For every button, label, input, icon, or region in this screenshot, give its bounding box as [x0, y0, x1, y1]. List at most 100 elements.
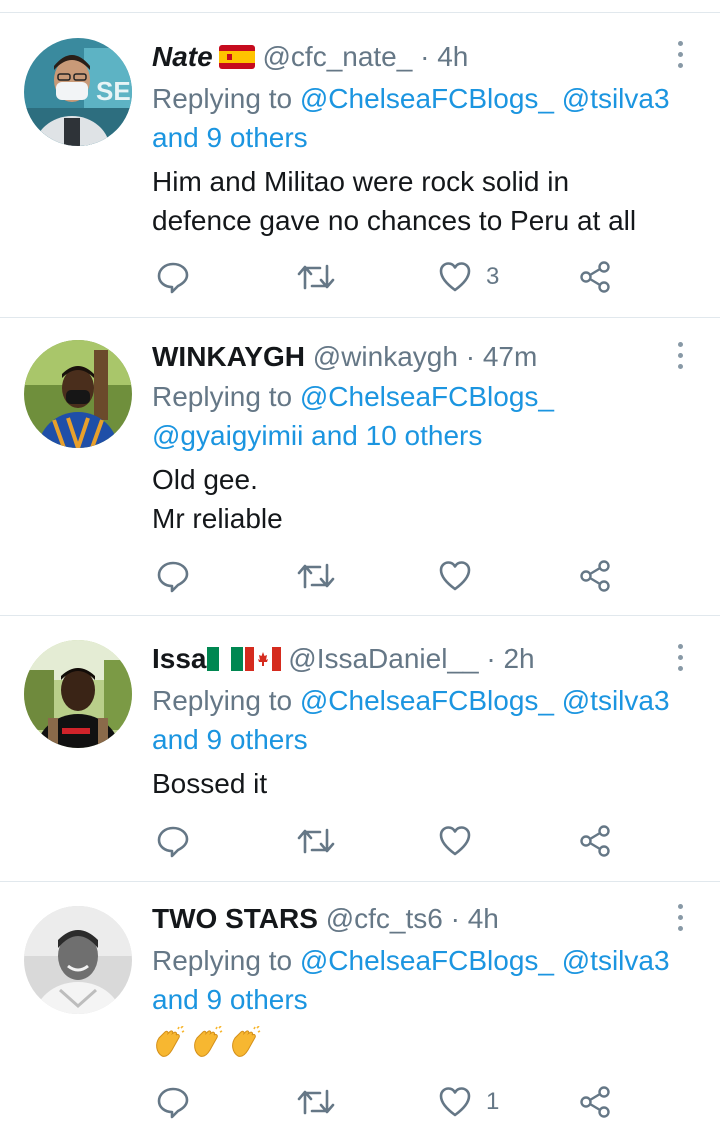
user-handle[interactable]: @cfc_nate_: [262, 41, 412, 72]
tweet-actions: 1: [152, 1085, 632, 1119]
tweet-text: 👏👏👏: [152, 1025, 702, 1070]
tweet-text-line: Mr reliable: [152, 503, 283, 534]
timestamp[interactable]: 4h: [468, 903, 499, 934]
mention-link[interactable]: @ChelseaFCBlogs_: [300, 381, 554, 412]
canada-flag-icon: [244, 647, 281, 671]
retweet-icon: [297, 828, 335, 854]
separator-dot: ·: [465, 341, 476, 372]
reply-button[interactable]: [156, 559, 190, 593]
tweet-text-line: Bossed it: [152, 768, 268, 799]
others-link[interactable]: and 9 others: [152, 984, 308, 1015]
tweet-header: TWO STARS @cfc_ts6 · 4h: [152, 902, 499, 936]
tweet-feed: SEV Nate @cfc_nate_ · 4h Replying to @Ch…: [0, 0, 720, 1141]
heart-icon: [439, 1087, 471, 1117]
reply-icon: [157, 826, 189, 858]
others-link[interactable]: and 10 others: [311, 420, 482, 451]
reply-icon: [157, 1087, 189, 1119]
timestamp[interactable]: 4h: [437, 41, 468, 72]
tweet-header: Issa @IssaDaniel__ · 2h: [152, 642, 535, 676]
svg-text:SEV: SEV: [96, 76, 132, 106]
tweet-text-line: Old gee.: [152, 464, 258, 495]
reply-icon: [157, 262, 189, 294]
clapping-hands-icon: [152, 1025, 186, 1070]
mention-link[interactable]: @gyaigyimii: [152, 420, 303, 451]
like-button[interactable]: 3: [438, 260, 499, 294]
retweet-button[interactable]: [296, 260, 336, 294]
replying-to: Replying to @ChelseaFCBlogs_ @gyaigyimii…: [152, 377, 702, 455]
tweet-text: Him and Militao were rock solid in defen…: [152, 162, 702, 240]
like-button[interactable]: [438, 559, 472, 593]
avatar[interactable]: [24, 640, 132, 748]
tweet[interactable]: WINKAYGH @winkaygh · 47m Replying to @Ch…: [0, 318, 720, 616]
heart-icon: [439, 262, 471, 292]
like-button[interactable]: 1: [438, 1085, 499, 1119]
share-icon: [580, 825, 610, 857]
share-button[interactable]: [578, 824, 612, 858]
replying-to: Replying to @ChelseaFCBlogs_ @tsilva3 an…: [152, 79, 702, 157]
retweet-icon: [297, 563, 335, 589]
display-name[interactable]: Nate: [152, 41, 213, 72]
retweet-button[interactable]: [296, 824, 336, 858]
retweet-button[interactable]: [296, 1085, 336, 1119]
like-button[interactable]: [438, 824, 472, 858]
replying-to: Replying to @ChelseaFCBlogs_ @tsilva3 an…: [152, 941, 702, 1019]
avatar[interactable]: [24, 340, 132, 448]
reply-icon: [157, 561, 189, 593]
tweet-header: Nate @cfc_nate_ · 4h: [152, 40, 468, 74]
mention-link[interactable]: @tsilva3: [562, 83, 670, 114]
spain-flag-icon: [218, 45, 255, 69]
reply-button[interactable]: [156, 824, 190, 858]
share-icon: [580, 261, 610, 293]
share-icon: [580, 1086, 610, 1118]
clapping-hands-icon: [190, 1025, 224, 1070]
reply-button[interactable]: [156, 260, 190, 294]
like-count: 1: [486, 1088, 500, 1115]
avatar[interactable]: SEV: [24, 38, 132, 146]
mention-link[interactable]: @ChelseaFCBlogs_: [300, 685, 554, 716]
replying-prefix: Replying to: [152, 381, 293, 412]
others-link[interactable]: and 9 others: [152, 724, 308, 755]
user-handle[interactable]: @winkaygh: [313, 341, 458, 372]
separator-dot: ·: [420, 41, 430, 72]
tweet[interactable]: TWO STARS @cfc_ts6 · 4h Replying to @Che…: [0, 882, 720, 1141]
mention-link[interactable]: @ChelseaFCBlogs_: [300, 83, 554, 114]
like-count: 3: [486, 263, 500, 290]
more-options-icon[interactable]: [676, 342, 684, 372]
separator-dot: ·: [450, 903, 460, 934]
reply-button[interactable]: [156, 1085, 190, 1119]
timestamp[interactable]: 2h: [503, 643, 534, 674]
share-button[interactable]: [578, 559, 612, 593]
mention-link[interactable]: @tsilva3: [562, 945, 670, 976]
tweet-text-line: Him and Militao were rock solid in: [152, 166, 570, 197]
display-name[interactable]: WINKAYGH: [152, 341, 305, 372]
user-handle[interactable]: @IssaDaniel__: [288, 643, 478, 674]
replying-to: Replying to @ChelseaFCBlogs_ @tsilva3 an…: [152, 681, 702, 759]
others-link[interactable]: and 9 others: [152, 122, 308, 153]
more-options-icon[interactable]: [676, 644, 684, 674]
display-name[interactable]: TWO STARS: [152, 903, 318, 934]
tweet[interactable]: Issa @IssaDaniel__ · 2h Replying to @Che…: [0, 616, 720, 882]
nigeria-flag-icon: [206, 647, 243, 671]
tweet-actions: [152, 824, 632, 858]
user-handle[interactable]: @cfc_ts6: [326, 903, 443, 934]
tweet-text: Bossed it: [152, 764, 702, 803]
more-options-icon[interactable]: [676, 904, 684, 934]
tweet[interactable]: SEV Nate @cfc_nate_ · 4h Replying to @Ch…: [0, 13, 720, 318]
share-button[interactable]: [578, 1085, 612, 1119]
avatar[interactable]: [24, 906, 132, 1014]
share-button[interactable]: [578, 260, 612, 294]
more-options-icon[interactable]: [676, 41, 684, 71]
display-name[interactable]: Issa: [152, 643, 207, 674]
replying-prefix: Replying to: [152, 685, 293, 716]
mention-link[interactable]: @ChelseaFCBlogs_: [300, 945, 554, 976]
tweet-header: WINKAYGH @winkaygh · 47m: [152, 340, 537, 374]
timestamp[interactable]: 47m: [483, 341, 537, 372]
share-icon: [580, 560, 610, 592]
retweet-button[interactable]: [296, 559, 336, 593]
tweet-actions: [152, 559, 632, 593]
tweet-text-line: defence gave no chances to Peru at all: [152, 205, 637, 236]
mention-link[interactable]: @tsilva3: [562, 685, 670, 716]
separator-dot: ·: [486, 643, 496, 674]
replying-prefix: Replying to: [152, 945, 293, 976]
heart-icon: [439, 561, 471, 591]
